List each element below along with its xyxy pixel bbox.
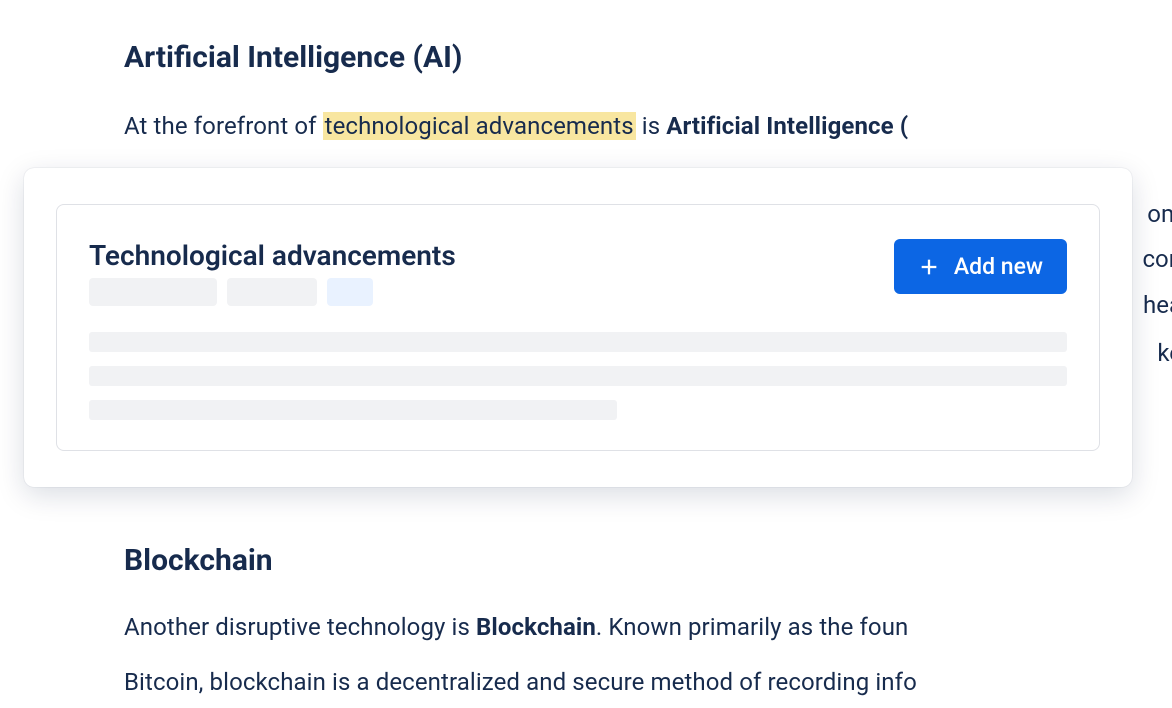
text-mid: is — [636, 112, 667, 140]
popup-card: Technological advancements Add new — [56, 204, 1100, 451]
popup-title: Technological advancements — [89, 239, 456, 272]
paragraph-blockchain-line2: Bitcoin, blockchain is a decentralized a… — [124, 663, 1172, 701]
background-text-fragment: ke — [1157, 334, 1172, 372]
placeholder-line — [89, 400, 617, 420]
text-bold-blockchain: Blockchain — [476, 613, 596, 641]
add-new-button[interactable]: Add new — [894, 239, 1067, 294]
popup-header: Technological advancements Add new — [89, 239, 1067, 328]
section-heading-blockchain: Blockchain — [124, 543, 1172, 578]
background-text-fragment: con — [1142, 240, 1172, 278]
paragraph-ai: At the forefront of technological advanc… — [124, 107, 1172, 145]
placeholder-line — [89, 366, 1067, 386]
background-text-fragment: om — [1147, 195, 1172, 233]
placeholder-lines — [89, 332, 1067, 420]
text-pre-blockchain: Another disruptive technology is — [124, 613, 476, 641]
placeholder-pill — [89, 278, 217, 306]
plus-icon — [918, 256, 940, 278]
popup-overlay: Technological advancements Add new — [24, 168, 1132, 487]
placeholder-pill — [227, 278, 317, 306]
add-new-label: Add new — [954, 253, 1043, 280]
section-heading-ai: Artificial Intelligence (AI) — [124, 40, 1172, 75]
placeholder-pills — [89, 278, 456, 306]
background-text-fragment: hea — [1143, 286, 1172, 324]
placeholder-line — [89, 332, 1067, 352]
text-pre: At the forefront of — [124, 112, 323, 140]
paragraph-blockchain: Another disruptive technology is Blockch… — [124, 608, 1172, 646]
text-post-blockchain: . Known primarily as the foun — [596, 613, 908, 641]
text-bold-ai: Artificial Intelligence ( — [666, 112, 908, 140]
placeholder-pill — [327, 278, 373, 306]
highlighted-text[interactable]: technological advancements — [323, 112, 636, 140]
